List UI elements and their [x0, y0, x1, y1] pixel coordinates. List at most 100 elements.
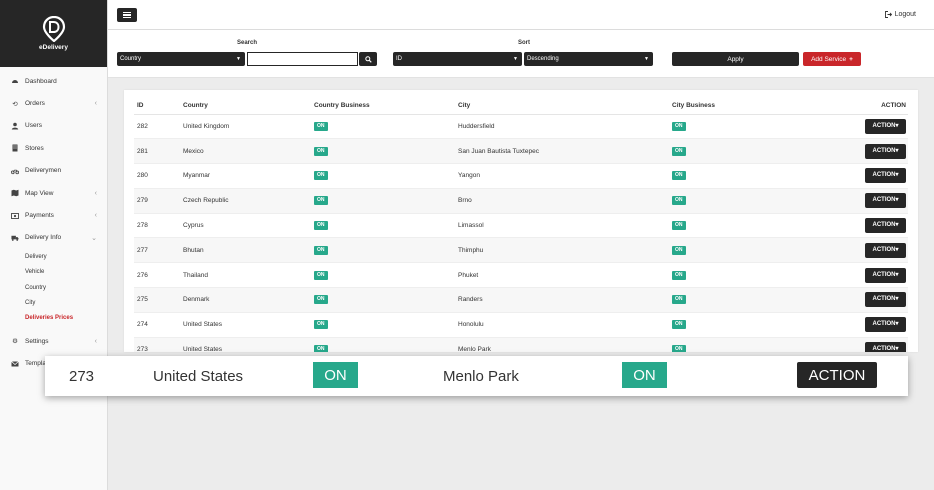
cell-action: ACTION▾ — [809, 312, 908, 338]
sidebar-item-payments[interactable]: Payments ‹ — [0, 204, 107, 226]
sidebar-item-label: Deliverymen — [25, 167, 62, 175]
apply-label: Apply — [727, 55, 744, 63]
chevron-left-icon: ‹ — [94, 100, 97, 108]
cell-id: 280 — [134, 163, 180, 189]
sidebar-item-delivery-info[interactable]: Delivery Info ⌄ — [0, 227, 107, 249]
cell-city: Menlo Park — [455, 337, 669, 352]
action-dropdown-button[interactable]: ACTION▾ — [865, 267, 906, 283]
table-row: 281 Mexico ON San Juan Bautista Tuxtepec ON A… — [134, 138, 908, 165]
sidebar-subitem-deliveries-prices[interactable]: Deliveries Prices — [0, 311, 107, 326]
caret-down-icon: ▾ — [895, 296, 899, 303]
cell-action: ACTION▾ — [809, 163, 908, 189]
caret-down-icon: ▾ — [895, 122, 899, 129]
sort-order-select[interactable]: Descending ▼ — [524, 52, 653, 66]
country-business-toggle[interactable]: ON — [314, 196, 328, 206]
sidebar-subitem-vehicle[interactable]: Vehicle — [0, 265, 107, 280]
cell-action: ACTION▾ — [809, 138, 908, 165]
top-bar: Logout — [108, 0, 934, 30]
search-field-value: Country — [120, 56, 142, 62]
country-business-toggle[interactable]: ON — [314, 320, 328, 330]
country-business-toggle[interactable]: ON — [314, 295, 328, 305]
sidebar-item-label: Orders — [25, 100, 45, 108]
brand-logo[interactable]: eDelivery — [0, 0, 107, 67]
city-business-toggle[interactable]: ON — [672, 345, 686, 352]
sidebar-item-map-view[interactable]: Map View ‹ — [0, 182, 107, 204]
cell-city: San Juan Bautista Tuxtepec — [455, 138, 669, 165]
cell-city: Phuket — [455, 262, 669, 289]
sidebar-item-stores[interactable]: Stores — [0, 137, 107, 159]
logout-link[interactable]: Logout — [884, 11, 916, 18]
user-icon — [11, 122, 19, 130]
map-icon — [11, 189, 19, 197]
city-business-toggle[interactable]: ON — [672, 196, 686, 206]
chevron-down-icon: ⌄ — [91, 234, 97, 242]
filters-panel: Search Country ▼ Sort ID ▼ Descending ▼ … — [108, 30, 934, 78]
city-business-toggle[interactable]: ON — [672, 146, 686, 156]
action-label: ACTION — [872, 271, 896, 278]
zoom-country-business-toggle[interactable]: ON — [313, 362, 358, 388]
action-dropdown-button[interactable]: ACTION▾ — [865, 168, 906, 184]
table-row: 278 Cyprus ON Limassol ON ACTION▾ — [134, 213, 908, 239]
action-dropdown-button[interactable]: ACTION▾ — [865, 342, 906, 352]
table-row: 276 Thailand ON Phuket ON ACTION▾ — [134, 262, 908, 289]
column-header-id[interactable]: ID — [134, 97, 180, 115]
city-business-toggle[interactable]: ON — [672, 121, 686, 131]
cell-city: Honolulu — [455, 312, 669, 338]
sidebar-item-deliverymen[interactable]: Deliverymen — [0, 160, 107, 182]
search-input[interactable] — [247, 52, 358, 66]
table-row: 282 United Kingdom ON Huddersfield ON ACTION▾ — [134, 114, 908, 140]
sidebar-item-users[interactable]: Users — [0, 115, 107, 137]
action-dropdown-button[interactable]: ACTION▾ — [865, 242, 906, 258]
apply-button[interactable]: Apply — [672, 52, 799, 66]
cell-country-business: ON — [311, 163, 455, 189]
add-service-button[interactable]: Add Service + — [803, 52, 861, 66]
action-dropdown-button[interactable]: ACTION▾ — [865, 118, 906, 134]
action-dropdown-button[interactable]: ACTION▾ — [865, 317, 906, 333]
orders-icon: ⟲ — [12, 100, 18, 108]
sidebar-subitem-city[interactable]: City — [0, 295, 107, 310]
cell-country-business: ON — [311, 337, 455, 352]
sidebar-item-settings[interactable]: ⚙ Settings ‹ — [0, 330, 107, 352]
logout-icon — [884, 11, 892, 18]
action-dropdown-button[interactable]: ACTION▾ — [865, 193, 906, 209]
country-business-toggle[interactable]: ON — [314, 121, 328, 131]
action-dropdown-button[interactable]: ACTION▾ — [865, 143, 906, 159]
column-header-city-business[interactable]: City Business — [669, 97, 809, 115]
menu-toggle-button[interactable] — [117, 8, 137, 22]
chevron-left-icon: ‹ — [94, 212, 97, 220]
country-business-toggle[interactable]: ON — [314, 345, 328, 352]
city-business-toggle[interactable]: ON — [672, 221, 686, 231]
cell-country-business: ON — [311, 138, 455, 165]
zoom-action-button[interactable]: ACTION — [797, 362, 877, 388]
cell-action: ACTION▾ — [809, 114, 908, 140]
city-business-toggle[interactable]: ON — [672, 295, 686, 305]
column-header-country-business[interactable]: Country Business — [311, 97, 455, 115]
caret-down-icon: ▾ — [895, 271, 899, 278]
sidebar-subitem-delivery[interactable]: Delivery — [0, 249, 107, 264]
sidebar-item-label: Delivery Info — [25, 234, 62, 242]
sidebar-item-label: Payments — [25, 212, 54, 220]
city-business-toggle[interactable]: ON — [672, 245, 686, 255]
country-business-toggle[interactable]: ON — [314, 270, 328, 280]
search-button[interactable] — [359, 52, 377, 66]
sidebar-subitem-country[interactable]: Country — [0, 280, 107, 295]
payments-icon — [11, 212, 19, 220]
country-business-toggle[interactable]: ON — [314, 146, 328, 156]
column-header-city[interactable]: City — [455, 97, 669, 115]
zoom-city-business-toggle[interactable]: ON — [622, 362, 667, 388]
city-business-toggle[interactable]: ON — [672, 320, 686, 330]
search-field-select[interactable]: Country ▼ — [117, 52, 245, 66]
country-business-toggle[interactable]: ON — [314, 245, 328, 255]
country-business-toggle[interactable]: ON — [314, 221, 328, 231]
country-business-toggle[interactable]: ON — [314, 171, 328, 181]
sort-field-select[interactable]: ID ▼ — [393, 52, 522, 66]
action-dropdown-button[interactable]: ACTION▾ — [865, 292, 906, 308]
action-dropdown-button[interactable]: ACTION▾ — [865, 218, 906, 234]
city-business-toggle[interactable]: ON — [672, 171, 686, 181]
city-business-toggle[interactable]: ON — [672, 270, 686, 280]
sidebar-item-dashboard[interactable]: Dashboard — [0, 70, 107, 92]
sidebar-item-orders[interactable]: ⟲ Orders ‹ — [0, 92, 107, 114]
cell-id: 277 — [134, 237, 180, 264]
column-header-country[interactable]: Country — [180, 97, 311, 115]
search-icon — [364, 55, 372, 63]
